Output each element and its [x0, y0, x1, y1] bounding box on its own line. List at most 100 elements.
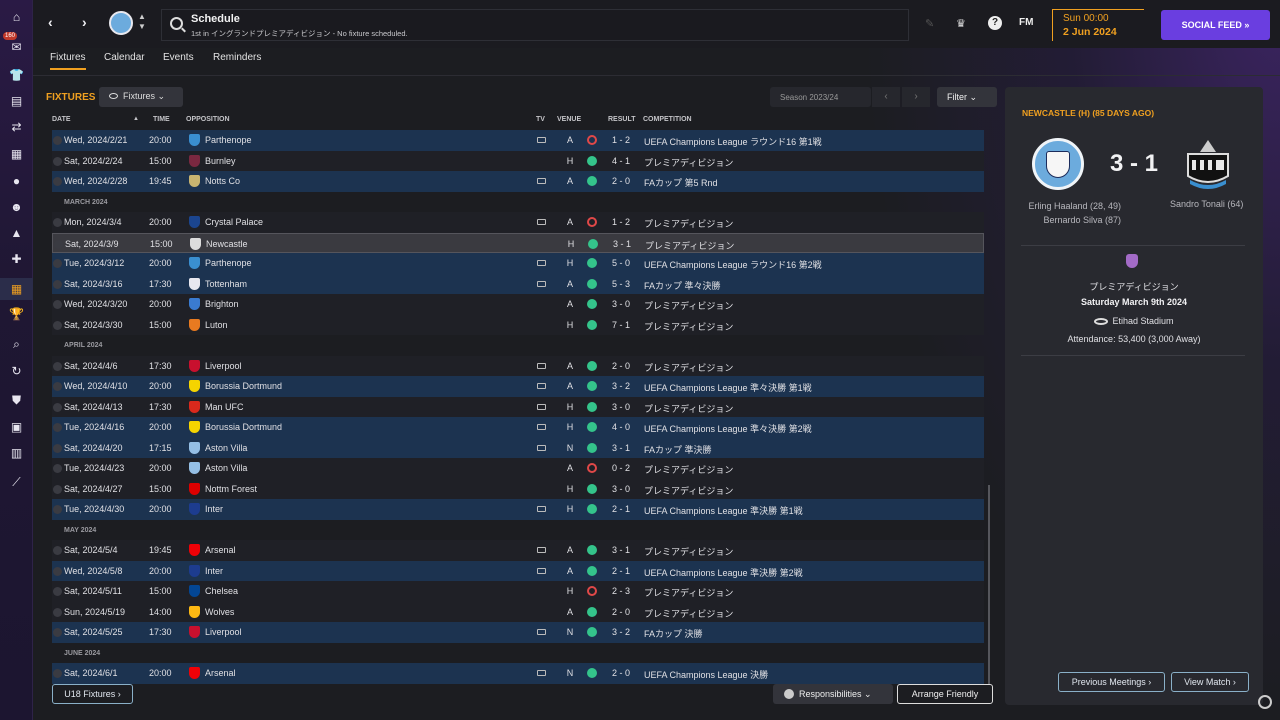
search-nav-icon[interactable]: ⌕	[8, 336, 25, 353]
result-score[interactable]: 4 - 1	[612, 156, 630, 166]
scrollbar[interactable]	[988, 485, 990, 685]
club-icon[interactable]: ⛊	[8, 392, 25, 409]
competition-name[interactable]: プレミアディビジョン	[644, 402, 733, 415]
competition-name[interactable]: プレミアディビジョン	[644, 299, 733, 312]
fixture-row[interactable]: Sat, 2024/3/30 15:00 Luton H 7 - 1 プレミアディビジョン	[52, 314, 984, 335]
competition-name[interactable]: プレミアディビジョン	[644, 463, 733, 476]
refresh-icon[interactable]: ↻	[8, 362, 25, 379]
fixture-row[interactable]: Tue, 2024/4/30 20:00 Inter H 2 - 1 UEFA Champ…	[52, 499, 984, 520]
competition-name[interactable]: UEFA Champions League 準決勝 第2戦	[644, 566, 803, 579]
fixture-row[interactable]: Mon, 2024/3/4 20:00 Crystal Palace A 1 - 2 プレ…	[52, 212, 984, 233]
season-selector[interactable]: Season 2023/24	[770, 87, 871, 107]
arrange-friendly-button[interactable]: Arrange Friendly	[897, 684, 993, 704]
data-hub-icon[interactable]: ▦	[8, 145, 25, 162]
fixture-row[interactable]: Tue, 2024/4/23 20:00 Aston Villa A 0 - 2 プレミア…	[52, 458, 984, 479]
fixture-row[interactable]: Wed, 2024/2/28 19:45 Notts Co A 2 - 0 FAカップ 第…	[52, 171, 984, 192]
result-score[interactable]: 0 - 2	[612, 463, 630, 473]
result-score[interactable]: 1 - 2	[612, 217, 630, 227]
opposition-name[interactable]: Aston Villa	[205, 463, 247, 473]
fixture-row[interactable]: Sat, 2024/5/25 17:30 Liverpool N 3 - 2 FAカップ …	[52, 622, 984, 643]
competition-name[interactable]: プレミアディビジョン	[1005, 280, 1263, 293]
result-score[interactable]: 5 - 0	[612, 258, 630, 268]
trophy-icon[interactable]: ♛	[956, 17, 966, 30]
help-icon[interactable]: ?	[988, 16, 1002, 30]
fixture-row[interactable]: Sat, 2024/4/20 17:15 Aston Villa N 3 - 1 FAカッ…	[52, 437, 984, 458]
competition-name[interactable]: UEFA Champions League ラウンド16 第1戦	[644, 135, 822, 148]
fixture-row[interactable]: Wed, 2024/3/20 20:00 Brighton A 3 - 0 プレミアディビ…	[52, 294, 984, 315]
fixture-row[interactable]: Sat, 2024/5/11 15:00 Chelsea H 2 - 3 プレミアディビジ…	[52, 581, 984, 602]
competition-name[interactable]: UEFA Champions League 準決勝 第1戦	[644, 504, 803, 517]
fixtures-dropdown[interactable]: Fixtures ⌄	[99, 87, 183, 107]
previous-meetings-button[interactable]: Previous Meetings ›	[1058, 672, 1165, 692]
competition-name[interactable]: FAカップ 第5 Rnd	[644, 176, 718, 189]
fixture-row[interactable]: Wed, 2024/5/8 20:00 Inter A 2 - 1 UEFA Champi…	[52, 560, 984, 581]
schedule-icon[interactable]: ▦	[0, 278, 33, 300]
competition-name[interactable]: プレミアディビジョン	[644, 156, 733, 169]
forward-icon[interactable]: ›	[82, 14, 87, 30]
opposition-name[interactable]: Parthenope	[205, 258, 252, 268]
prev-season-icon[interactable]: ‹	[872, 87, 900, 107]
view-match-button[interactable]: View Match ›	[1171, 672, 1249, 692]
fixture-row[interactable]: Sat, 2024/3/16 17:30 Tottenham A 5 - 3 FAカップ …	[52, 273, 984, 294]
opposition-name[interactable]: Nottm Forest	[205, 484, 257, 494]
result-score[interactable]: 1 - 2	[612, 135, 630, 145]
finances-icon[interactable]: ▣	[8, 418, 25, 435]
opposition-name[interactable]: Wolves	[205, 607, 234, 617]
opposition-name[interactable]: Luton	[205, 320, 228, 330]
search-bar[interactable]: Schedule 1st in イングランドプレミアディビジョン - No fi…	[161, 9, 909, 41]
competition-name[interactable]: プレミアディビジョン	[644, 607, 733, 620]
responsibilities-button[interactable]: Responsibilities ⌄	[773, 684, 893, 704]
result-score[interactable]: 3 - 1	[612, 443, 630, 453]
social-feed-button[interactable]: SOCIAL FEED »	[1161, 10, 1270, 40]
tactics-icon[interactable]: ▤	[8, 92, 25, 109]
competition-name[interactable]: UEFA Champions League ラウンド16 第2戦	[644, 258, 822, 271]
opposition-name[interactable]: Arsenal	[205, 668, 236, 678]
dev-centre-icon[interactable]: ▥	[8, 444, 25, 461]
result-score[interactable]: 2 - 1	[612, 504, 630, 514]
tab-reminders[interactable]: Reminders	[213, 52, 261, 63]
result-score[interactable]: 2 - 0	[612, 668, 630, 678]
competition-name[interactable]: プレミアディビジョン	[644, 217, 733, 230]
opposition-name[interactable]: Inter	[205, 504, 223, 514]
fixture-row[interactable]: Sat, 2024/4/27 15:00 Nottm Forest H 3 - 0 プレミ…	[52, 478, 984, 499]
fixture-row[interactable]: Tue, 2024/4/16 20:00 Borussia Dortmund H 4 -…	[52, 417, 984, 438]
squad-icon[interactable]: 👕	[8, 66, 25, 83]
competition-name[interactable]: FAカップ 決勝	[644, 627, 703, 640]
result-score[interactable]: 2 - 0	[612, 607, 630, 617]
fixture-row[interactable]: Sat, 2024/3/9 15:00 Newcastle H 3 - 1 プレミアディビ…	[52, 232, 984, 253]
sort-asc-icon[interactable]: ▲	[133, 116, 139, 122]
reports-icon[interactable]: ⟋	[8, 474, 25, 491]
opposition-name[interactable]: Notts Co	[205, 176, 240, 186]
home-crest[interactable]	[1032, 138, 1084, 190]
col-tv[interactable]: TV	[536, 116, 545, 123]
col-result[interactable]: RESULT	[608, 116, 635, 123]
transfers-icon[interactable]: ⇄	[8, 118, 25, 135]
competition-name[interactable]: UEFA Champions League 準々決勝 第1戦	[644, 381, 812, 394]
opposition-name[interactable]: Inter	[205, 566, 223, 576]
staff-icon[interactable]: ☻	[8, 198, 25, 215]
fixture-row[interactable]: Sun, 2024/5/19 14:00 Wolves A 2 - 0 プレミアディビジョ…	[52, 601, 984, 622]
u18-fixtures-button[interactable]: U18 Fixtures ›	[52, 684, 133, 704]
opposition-name[interactable]: Parthenope	[205, 135, 252, 145]
opposition-name[interactable]: Aston Villa	[205, 443, 247, 453]
result-score[interactable]: 3 - 2	[612, 381, 630, 391]
club-switch-icon[interactable]: ▲ ▼	[138, 12, 146, 32]
col-time[interactable]: TIME	[153, 116, 170, 123]
opposition-name[interactable]: Liverpool	[205, 627, 242, 637]
fixture-row[interactable]: Sat, 2024/4/13 17:30 Man UFC H 3 - 0 プレミアディビジ…	[52, 396, 984, 417]
fixture-row[interactable]: Sat, 2024/6/1 20:00 Arsenal N 2 - 0 UEFA Cham…	[52, 663, 984, 684]
result-score[interactable]: 2 - 0	[612, 176, 630, 186]
tab-calendar[interactable]: Calendar	[104, 52, 145, 63]
result-score[interactable]: 5 - 3	[612, 279, 630, 289]
competition-name[interactable]: プレミアディビジョン	[644, 320, 733, 333]
opposition-name[interactable]: Liverpool	[205, 361, 242, 371]
tab-events[interactable]: Events	[163, 52, 194, 63]
competition-name[interactable]: FAカップ 準決勝	[644, 443, 712, 456]
training-icon[interactable]: ▲	[8, 224, 25, 241]
back-icon[interactable]: ‹	[48, 14, 53, 30]
result-score[interactable]: 3 - 0	[612, 299, 630, 309]
competitions-icon[interactable]: 🏆	[8, 305, 25, 322]
opposition-name[interactable]: Tottenham	[205, 279, 247, 289]
away-crest[interactable]	[1180, 136, 1236, 192]
fixture-row[interactable]: Wed, 2024/2/21 20:00 Parthenope A 1 - 2 UEFA …	[52, 130, 984, 151]
